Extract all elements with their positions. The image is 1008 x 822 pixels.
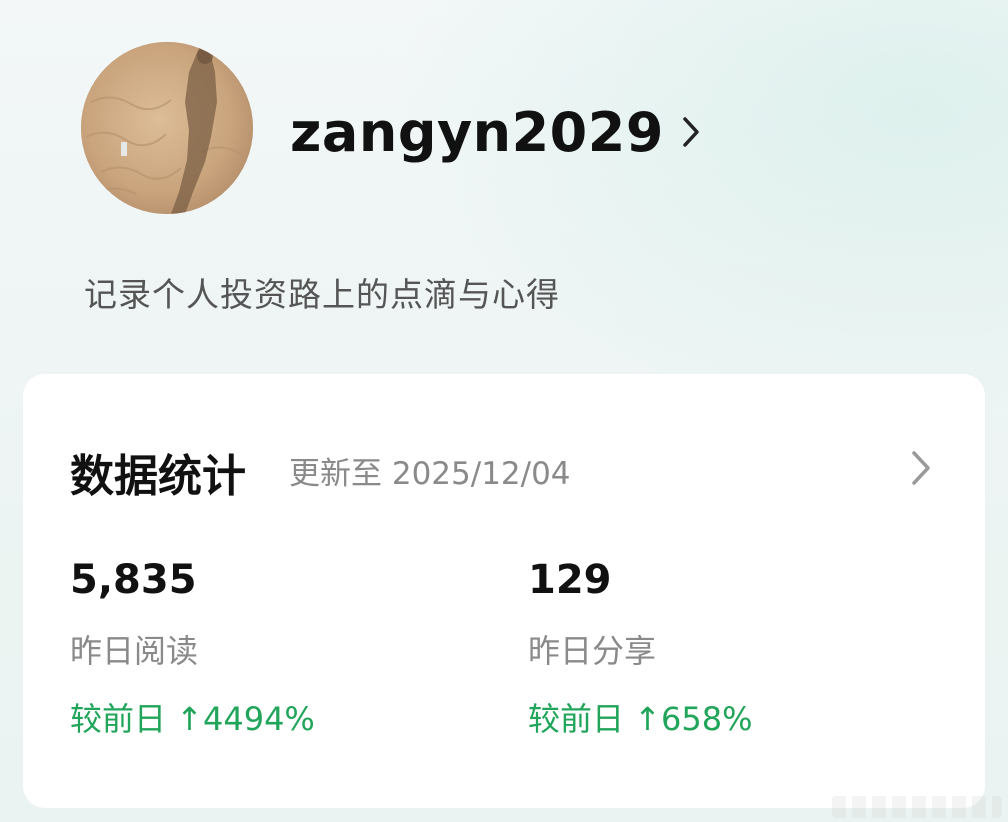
avatar-image xyxy=(81,42,253,214)
stat-label: 昨日分享 xyxy=(528,632,657,670)
stats-card[interactable]: 数据统计 更新至 2025/12/04 5,835 昨日阅读 较前日 ↑4494… xyxy=(23,374,985,808)
chevron-right-icon xyxy=(682,114,704,150)
avatar[interactable] xyxy=(81,42,253,214)
stat-label: 昨日阅读 xyxy=(70,632,199,670)
stat-change: 较前日 ↑658% xyxy=(528,700,753,738)
chevron-right-icon[interactable] xyxy=(909,448,933,488)
background-gradient xyxy=(388,0,1008,420)
stat-value: 5,835 xyxy=(70,557,197,603)
profile-bio: 记录个人投资路上的点滴与心得 xyxy=(84,275,560,314)
card-title: 数据统计 xyxy=(70,451,246,502)
stat-change: 较前日 ↑4494% xyxy=(70,700,315,738)
update-date: 更新至 2025/12/04 xyxy=(289,456,571,492)
stat-value: 129 xyxy=(528,557,612,603)
username-link[interactable]: zangyn2029 xyxy=(290,96,704,168)
stat-shares: 129 昨日分享 较前日 ↑658% xyxy=(528,554,908,742)
stat-reads: 5,835 昨日阅读 较前日 ↑4494% xyxy=(70,554,450,742)
watermark xyxy=(832,796,1002,818)
username: zangyn2029 xyxy=(290,100,664,164)
